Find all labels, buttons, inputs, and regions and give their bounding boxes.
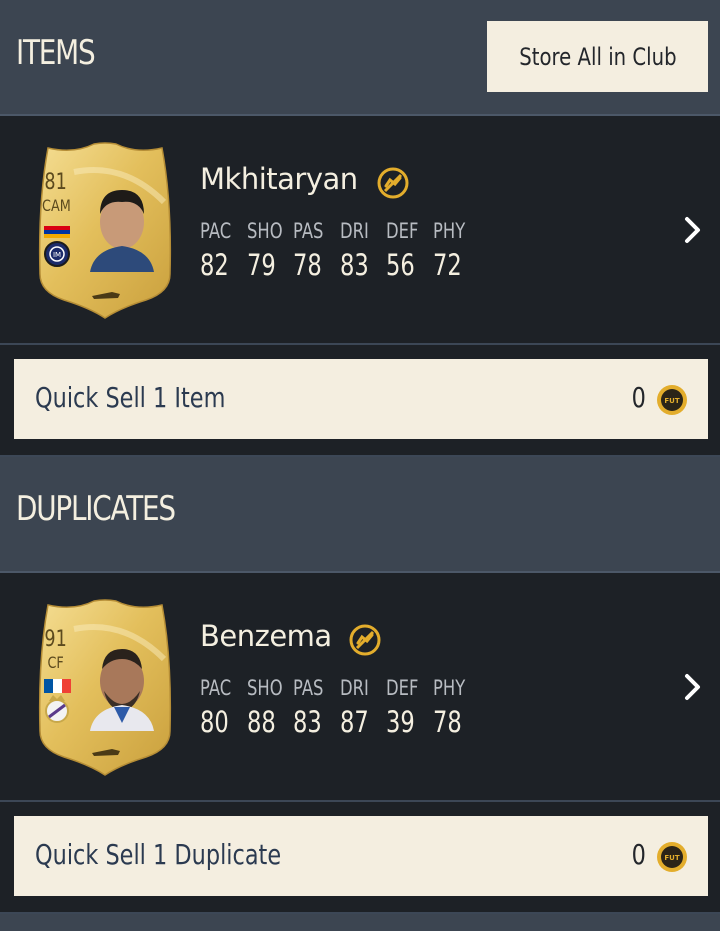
stat-value-def: 39 (386, 705, 415, 739)
chevron-right-icon[interactable] (682, 215, 704, 245)
player-name: Mkhitaryan (200, 162, 358, 196)
untradeable-icon (377, 167, 409, 199)
items-section-header: ITEMS Store All in Club (0, 0, 720, 116)
stat-label-dri: DRI (339, 676, 369, 700)
gold-card-background (38, 599, 172, 776)
stat-labels: PAC SHO PAS DRI DEF PHY (200, 676, 479, 700)
stat-values: 80 88 83 87 39 78 (200, 705, 479, 739)
items-section-title: ITEMS (16, 33, 96, 73)
player-position: CAM (42, 196, 71, 215)
svg-text:FUT: FUT (664, 854, 679, 862)
player-rating: 91 (44, 627, 67, 652)
store-all-in-club-button[interactable]: Store All in Club (487, 21, 708, 92)
quick-sell-items-row: Quick Sell 1 Item 0 FUT (0, 345, 720, 457)
quick-sell-duplicates-button[interactable]: Quick Sell 1 Duplicate 0 FUT (14, 816, 708, 896)
stat-value-pas: 83 (293, 705, 322, 739)
svg-text:FUT: FUT (664, 397, 679, 405)
stat-value-pac: 80 (200, 705, 229, 739)
stat-value-def: 56 (386, 248, 415, 282)
chevron-right-icon[interactable] (682, 672, 704, 702)
stat-label-def: DEF (386, 219, 419, 243)
player-name: Benzema (200, 619, 332, 653)
fut-coin-icon: FUT (657, 385, 687, 415)
stat-value-dri: 83 (339, 248, 369, 282)
stat-label-def: DEF (386, 676, 419, 700)
stat-value-pas: 78 (293, 248, 322, 282)
stat-label-pac: PAC (200, 219, 232, 243)
stat-value-phy: 72 (432, 248, 462, 282)
stat-label-pas: PAS (293, 676, 324, 700)
stat-label-sho: SHO (246, 676, 283, 700)
duplicates-section-title: DUPLICATES (16, 489, 176, 529)
svg-text:IM: IM (53, 251, 61, 259)
stat-label-dri: DRI (339, 219, 369, 243)
item-player-row[interactable]: IM 81 CAM Mkhitaryan PAC SHO PAS DRI DEF… (0, 116, 720, 345)
quick-sell-items-value: 0 (631, 381, 646, 414)
quick-sell-items-button[interactable]: Quick Sell 1 Item 0 FUT (14, 359, 708, 439)
quick-sell-duplicates-label: Quick Sell 1 Duplicate (35, 838, 282, 871)
inter-badge-icon: IM (44, 241, 70, 267)
duplicate-player-row[interactable]: 91 CF Benzema PAC SHO PAS DRI DEF PHY 80… (0, 573, 720, 802)
stat-value-sho: 79 (246, 248, 276, 282)
quick-sell-items-label: Quick Sell 1 Item (35, 381, 226, 414)
france-flag-icon (44, 679, 71, 693)
player-card[interactable]: 91 CF (34, 599, 176, 777)
gold-card-background: IM (38, 142, 172, 319)
stat-label-phy: PHY (432, 219, 465, 243)
stat-label-pas: PAS (293, 219, 324, 243)
quick-sell-duplicates-value: 0 (631, 838, 646, 871)
stat-value-dri: 87 (339, 705, 369, 739)
bottom-section-edge (0, 914, 720, 931)
player-position: CF (47, 653, 64, 672)
untradeable-icon (349, 624, 381, 656)
stat-value-pac: 82 (200, 248, 229, 282)
stat-label-sho: SHO (246, 219, 283, 243)
stat-label-pac: PAC (200, 676, 232, 700)
stat-values: 82 79 78 83 56 72 (200, 248, 479, 282)
fut-coin-icon: FUT (657, 842, 687, 872)
player-card[interactable]: IM 81 CAM (34, 142, 176, 320)
stat-label-phy: PHY (432, 676, 465, 700)
player-rating: 81 (44, 170, 67, 195)
stat-value-sho: 88 (246, 705, 276, 739)
quick-sell-duplicates-row: Quick Sell 1 Duplicate 0 FUT (0, 802, 720, 914)
stat-labels: PAC SHO PAS DRI DEF PHY (200, 219, 479, 243)
stat-value-phy: 78 (432, 705, 462, 739)
armenia-flag-icon (44, 226, 70, 238)
duplicates-section-header: DUPLICATES (0, 457, 720, 573)
